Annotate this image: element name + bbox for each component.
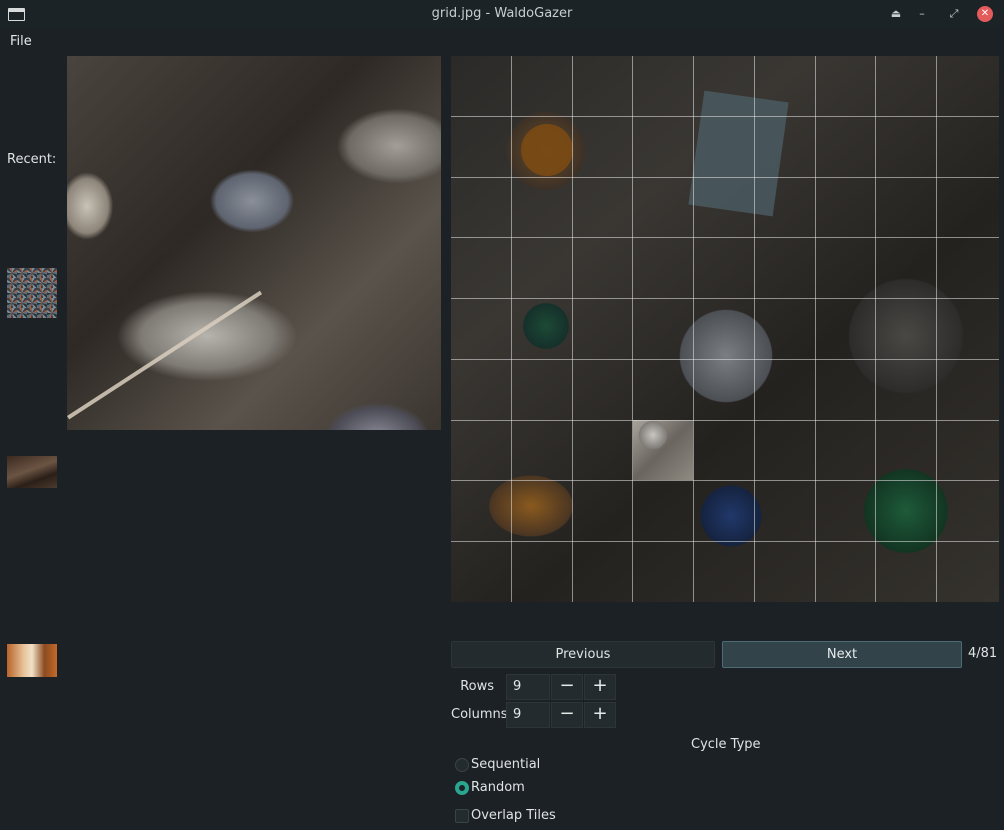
grid-line — [451, 359, 999, 360]
columns-decrement-button[interactable]: − — [551, 702, 583, 728]
rows-spinbox[interactable]: 9 — [506, 674, 550, 700]
window-title: grid.jpg - WaldoGazer — [431, 6, 573, 21]
cycle-type-label: Cycle Type — [691, 737, 761, 752]
random-label[interactable]: Random — [471, 780, 525, 795]
grid-line — [451, 237, 999, 238]
grid-line — [451, 420, 999, 421]
stick-detail — [67, 290, 263, 420]
current-tile-highlight — [633, 420, 693, 480]
minimize-icon[interactable]: – — [914, 6, 930, 22]
grid-line — [693, 56, 694, 602]
glass-detail — [688, 90, 789, 217]
grid-line — [875, 56, 876, 602]
recent-thumbnail-1[interactable] — [7, 268, 57, 318]
columns-increment-button[interactable]: + — [584, 702, 616, 728]
sequential-radio[interactable] — [455, 758, 469, 772]
random-radio[interactable] — [455, 781, 469, 795]
close-icon[interactable]: ✕ — [977, 6, 993, 22]
grid-line — [632, 56, 633, 602]
eject-icon[interactable]: ⏏ — [888, 6, 904, 22]
next-button[interactable]: Next — [722, 641, 962, 668]
menu-bar — [0, 29, 1004, 54]
overlap-tiles-label[interactable]: Overlap Tiles — [471, 808, 556, 823]
previous-button[interactable]: Previous — [451, 641, 715, 668]
tile-counter: 4/81 — [968, 646, 998, 661]
grid-line — [451, 177, 999, 178]
zoomed-tile-view — [67, 56, 441, 430]
grid-line — [936, 56, 937, 602]
grid-line — [451, 480, 999, 481]
restore-icon[interactable]: ⤢ — [946, 6, 962, 22]
rows-decrement-button[interactable]: − — [551, 674, 583, 700]
overlap-tiles-checkbox[interactable] — [455, 809, 469, 823]
sequential-label[interactable]: Sequential — [471, 757, 540, 772]
grid-line — [572, 56, 573, 602]
rows-increment-button[interactable]: + — [584, 674, 616, 700]
recent-thumbnail-2[interactable] — [7, 456, 57, 488]
grid-line — [451, 298, 999, 299]
grid-line — [451, 541, 999, 542]
grid-line — [754, 56, 755, 602]
grid-image[interactable] — [451, 56, 999, 602]
columns-spinbox[interactable]: 9 — [506, 702, 550, 728]
recent-thumbnail-3[interactable] — [7, 644, 57, 677]
grid-line — [815, 56, 816, 602]
menu-file[interactable]: File — [10, 34, 32, 49]
cup-detail — [521, 124, 573, 176]
columns-label: Columns — [451, 707, 508, 722]
recent-label: Recent: — [7, 152, 57, 167]
rows-label: Rows — [460, 679, 494, 694]
grid-line — [451, 116, 999, 117]
grid-line — [511, 56, 512, 602]
